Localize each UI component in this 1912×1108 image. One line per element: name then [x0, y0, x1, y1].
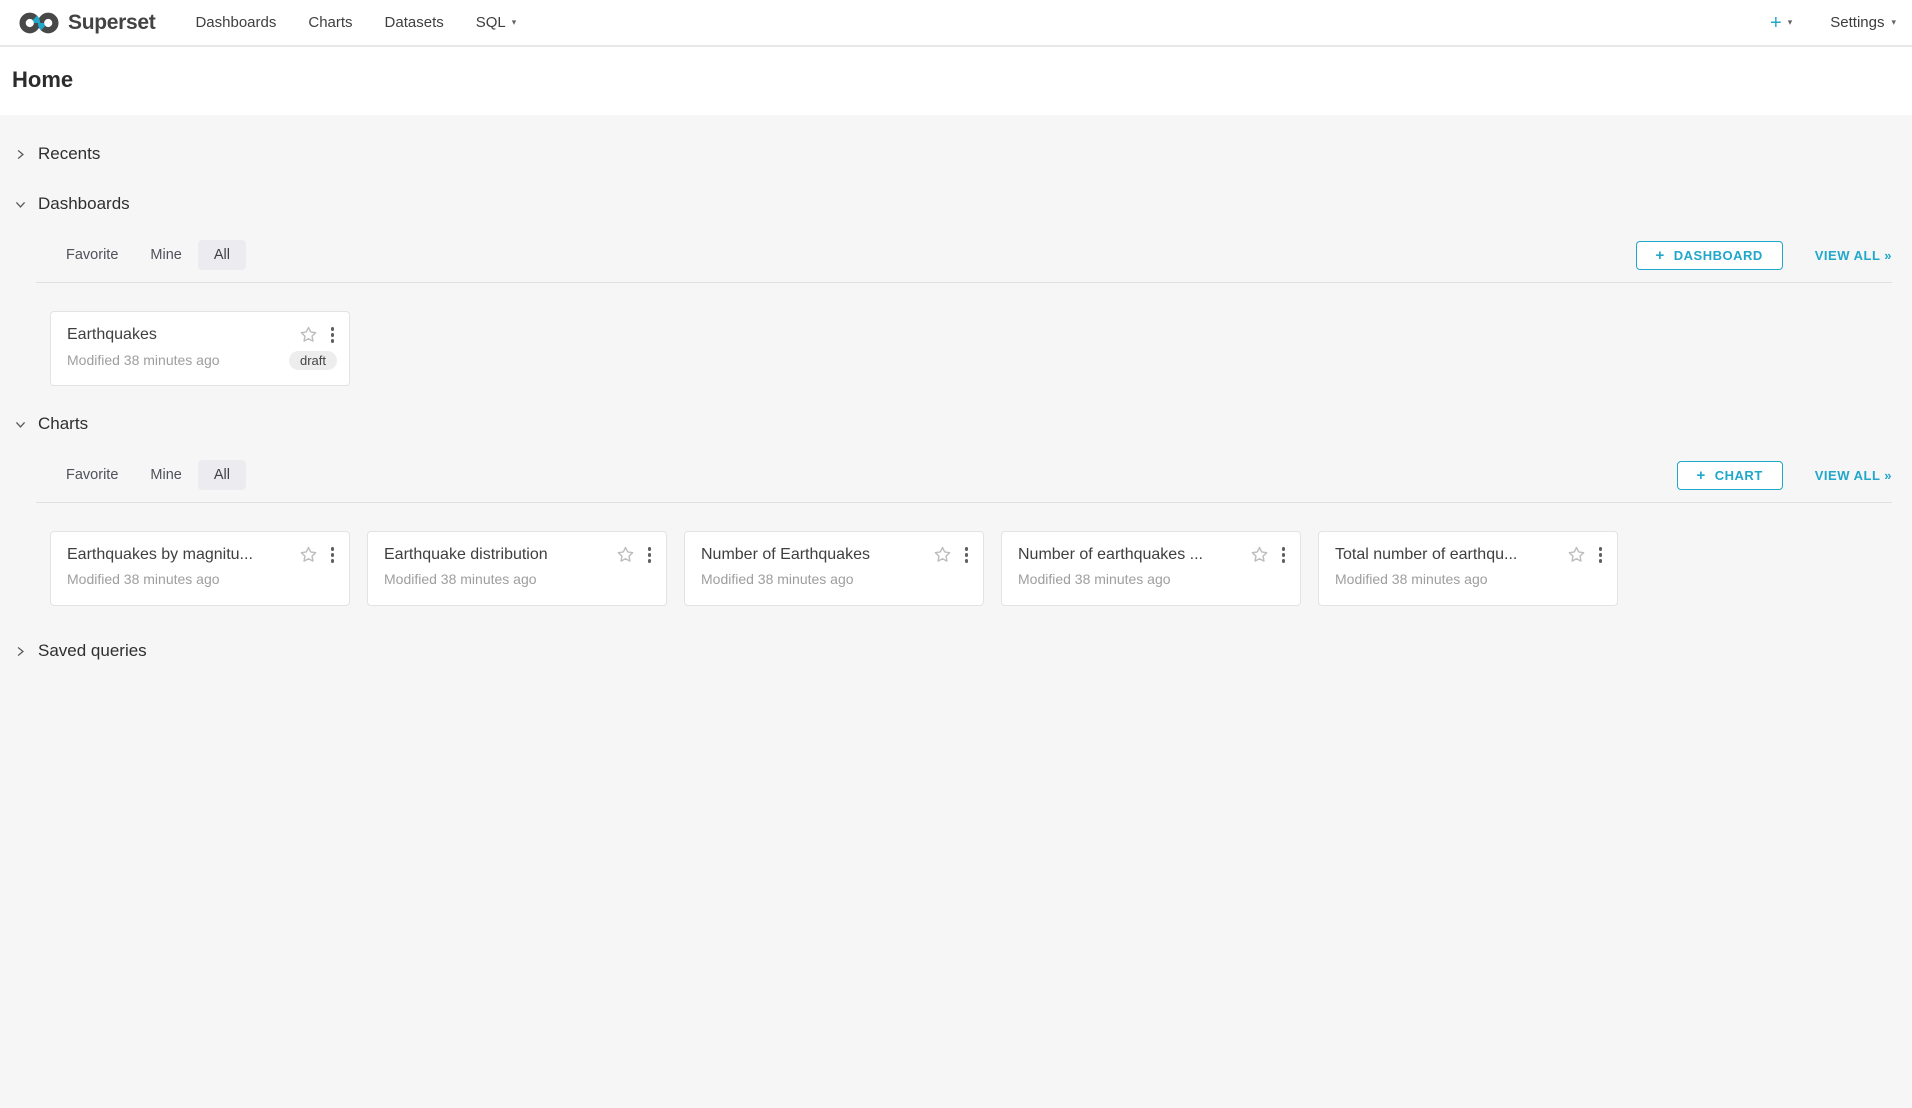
card-modified-text: Modified 38 minutes ago: [1335, 571, 1488, 587]
favorite-star-icon[interactable]: [933, 545, 952, 564]
dashboards-filter-tabs: Favorite Mine All: [50, 240, 246, 270]
card-title: Number of Earthquakes: [701, 546, 925, 564]
chevron-right-icon: [14, 645, 27, 658]
card-title: Earthquake distribution: [384, 546, 608, 564]
kebab-menu-icon[interactable]: [962, 545, 972, 565]
section-charts: Charts Favorite Mine All + CHART VIEW AL…: [14, 412, 1892, 606]
section-divider: [36, 282, 1892, 283]
card-title: Number of earthquakes ...: [1018, 546, 1242, 564]
view-all-charts-link[interactable]: VIEW ALL »: [1815, 468, 1892, 483]
view-all-dashboards-link[interactable]: VIEW ALL »: [1815, 248, 1892, 263]
tab-mine[interactable]: Mine: [134, 460, 197, 490]
new-item-button[interactable]: + ▾: [1770, 13, 1792, 33]
chevron-down-icon: [14, 418, 27, 431]
section-label: Dashboards: [38, 194, 130, 214]
card-modified-text: Modified 38 minutes ago: [1018, 571, 1171, 587]
superset-infinity-icon: [18, 11, 60, 35]
tab-favorite[interactable]: Favorite: [50, 240, 134, 270]
recents-section-toggle[interactable]: Recents: [14, 142, 1892, 166]
favorite-star-icon[interactable]: [1250, 545, 1269, 564]
plus-icon: +: [1697, 468, 1706, 483]
dashboards-section-toggle[interactable]: Dashboards: [14, 192, 1892, 216]
section-recents: Recents: [14, 142, 1892, 166]
add-dashboard-button[interactable]: + DASHBOARD: [1636, 241, 1783, 270]
card-title: Earthquakes: [67, 326, 291, 344]
section-divider: [36, 502, 1892, 503]
section-label: Saved queries: [38, 641, 147, 661]
kebab-menu-icon[interactable]: [328, 325, 338, 345]
nav-item-sql[interactable]: SQL ▾: [460, 0, 533, 45]
brand-name: Superset: [68, 11, 155, 35]
draft-status-badge: draft: [289, 351, 337, 370]
card-modified-text: Modified 38 minutes ago: [67, 571, 220, 587]
chevron-down-icon: [14, 198, 27, 211]
tab-all[interactable]: All: [198, 240, 246, 270]
settings-menu[interactable]: Settings ▾: [1830, 14, 1896, 31]
kebab-menu-icon[interactable]: [1279, 545, 1289, 565]
charts-filter-tabs: Favorite Mine All: [50, 460, 246, 490]
chart-card[interactable]: Earthquake distribution Modified 38 minu…: [367, 531, 667, 606]
saved-queries-section-toggle[interactable]: Saved queries: [14, 639, 1892, 663]
caret-down-icon: ▾: [1891, 18, 1896, 27]
favorite-star-icon[interactable]: [1567, 545, 1586, 564]
plus-icon: +: [1656, 248, 1665, 263]
favorite-star-icon[interactable]: [299, 325, 318, 344]
add-chart-button[interactable]: + CHART: [1677, 461, 1783, 490]
page-header: Home: [0, 47, 1912, 115]
section-dashboards: Dashboards Favorite Mine All + DASHBOARD…: [14, 192, 1892, 386]
card-modified-text: Modified 38 minutes ago: [701, 571, 854, 587]
nav-item-dashboards[interactable]: Dashboards: [179, 0, 292, 45]
charts-section-toggle[interactable]: Charts: [14, 412, 1892, 436]
chart-card[interactable]: Total number of earthqu... Modified 38 m…: [1318, 531, 1618, 606]
favorite-star-icon[interactable]: [616, 545, 635, 564]
nav-menu: Dashboards Charts Datasets SQL ▾: [179, 0, 532, 45]
kebab-menu-icon[interactable]: [1596, 545, 1606, 565]
tab-all[interactable]: All: [198, 460, 246, 490]
chart-card[interactable]: Number of Earthquakes Modified 38 minute…: [684, 531, 984, 606]
nav-item-charts[interactable]: Charts: [292, 0, 368, 45]
kebab-menu-icon[interactable]: [328, 545, 338, 565]
caret-down-icon: ▾: [1788, 18, 1793, 27]
favorite-star-icon[interactable]: [299, 545, 318, 564]
section-label: Recents: [38, 144, 100, 164]
dashboard-card-earthquakes[interactable]: Earthquakes Modified 38 minutes ago draf…: [50, 311, 350, 386]
section-saved-queries: Saved queries: [14, 639, 1892, 663]
section-label: Charts: [38, 414, 88, 434]
kebab-menu-icon[interactable]: [645, 545, 655, 565]
card-title: Total number of earthqu...: [1335, 546, 1559, 564]
navbar-right: + ▾ Settings ▾: [1770, 13, 1896, 33]
chart-card[interactable]: Earthquakes by magnitu... Modified 38 mi…: [50, 531, 350, 606]
card-title: Earthquakes by magnitu...: [67, 546, 291, 564]
plus-icon: +: [1770, 13, 1782, 33]
nav-item-datasets[interactable]: Datasets: [369, 0, 460, 45]
caret-down-icon: ▾: [512, 18, 517, 27]
card-modified-text: Modified 38 minutes ago: [384, 571, 537, 587]
tab-mine[interactable]: Mine: [134, 240, 197, 270]
page-title: Home: [12, 67, 1912, 93]
card-modified-text: Modified 38 minutes ago: [67, 352, 220, 368]
chevron-right-icon: [14, 148, 27, 161]
top-navbar: Superset Dashboards Charts Datasets SQL …: [0, 0, 1912, 47]
home-content: Recents Dashboards Favorite Mine All + D…: [0, 115, 1912, 1108]
chart-card[interactable]: Number of earthquakes ... Modified 38 mi…: [1001, 531, 1301, 606]
tab-favorite[interactable]: Favorite: [50, 460, 134, 490]
superset-logo[interactable]: Superset: [18, 11, 155, 35]
